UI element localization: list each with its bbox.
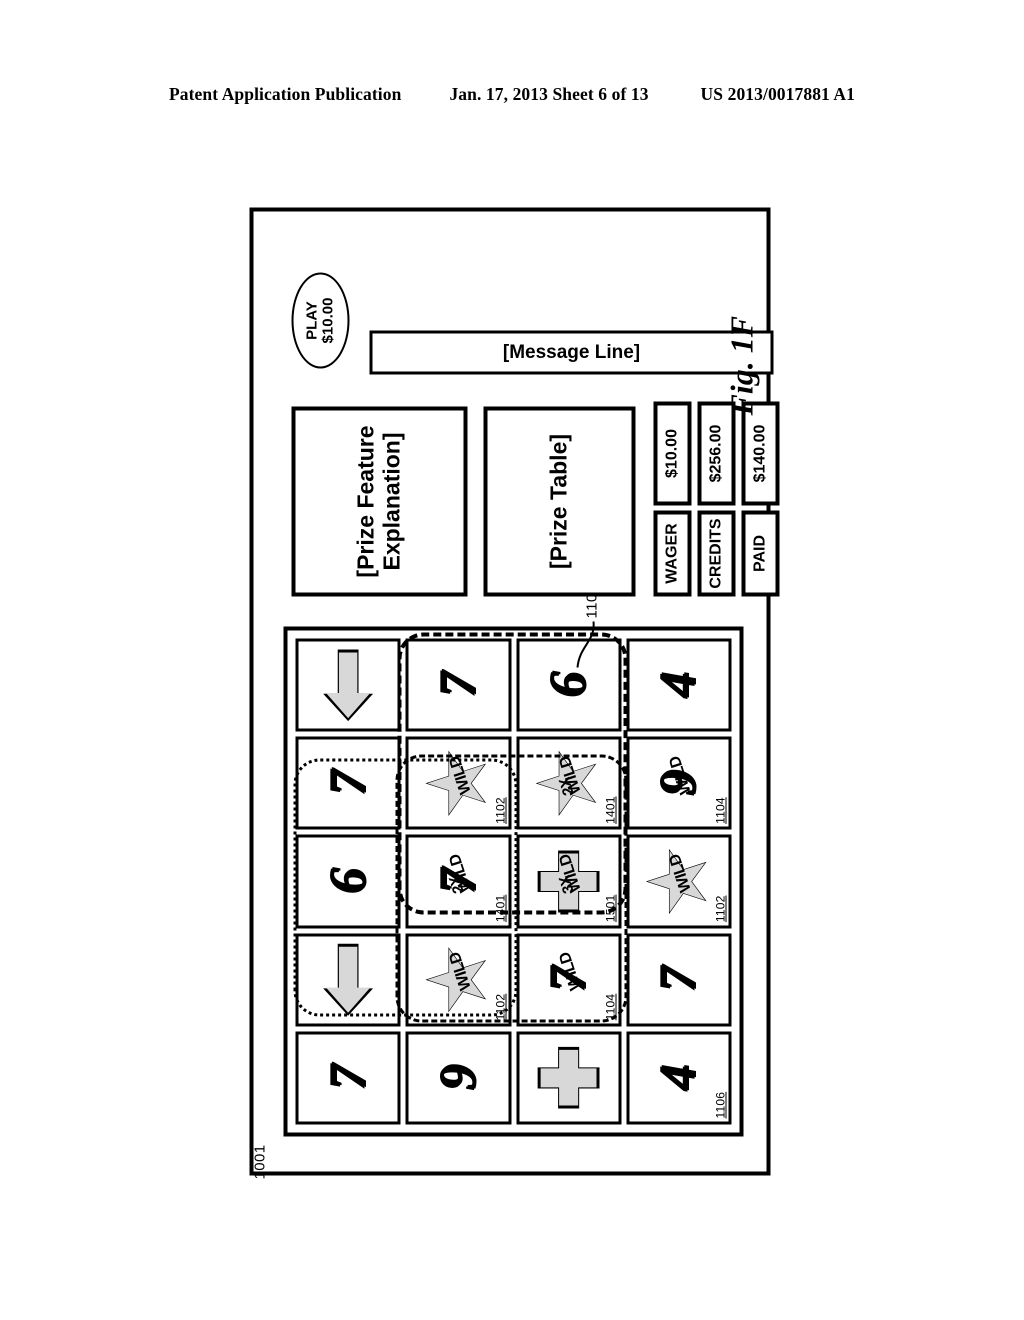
number-symbol-icon: 4	[649, 672, 707, 699]
number-symbol-icon: 9	[649, 770, 707, 797]
meter-wager: WAGER $10.00	[653, 401, 691, 597]
reel-cell[interactable]: 7	[295, 736, 401, 830]
publication-header: Patent Application Publication Jan. 17, …	[0, 84, 1024, 105]
number-symbol-icon: 7	[539, 966, 597, 993]
publication-date-sheet: Jan. 17, 2013 Sheet 6 of 13	[449, 84, 649, 104]
meter-paid-value: $140.00	[741, 401, 779, 506]
reel-cell[interactable]: 7	[405, 638, 511, 732]
reference-numeral-1104: 1104	[713, 797, 727, 824]
reel-cell[interactable]: 3X WILD 1501	[515, 834, 621, 929]
prize-feature-line-2: Explanation]	[378, 432, 404, 571]
play-button-amount: $10.00	[319, 297, 336, 344]
message-line-label: [Message Line]	[502, 341, 640, 363]
reel-cell[interactable]: 4 1106	[625, 1031, 731, 1125]
reel-cell[interactable]: 9	[405, 1031, 511, 1125]
reel-grid: 7 6 7 9 WILD 1102 7 2X WILD 1401 WILD 1102 7 7 WILD 110…	[295, 638, 731, 1125]
figure-1f: 1000 1001 7679WILD110272XWILD1401WILD110…	[227, 201, 797, 1180]
reel-cell[interactable]: 9 WILD 1104	[625, 736, 731, 830]
prize-table-label: [Prize Table]	[545, 433, 572, 570]
reel-cell[interactable]	[295, 638, 401, 732]
leader-line-1106-bottom	[576, 621, 595, 668]
reel-cell[interactable]	[295, 933, 401, 1027]
reference-numeral-1102: 1102	[492, 797, 507, 824]
reel-cell[interactable]: 2X WILD 1401	[515, 736, 621, 830]
play-button-label: PLAY	[302, 301, 320, 340]
prize-feature-line-1: [Prize Feature	[352, 425, 379, 578]
meter-credits-value: $256.00	[697, 401, 735, 506]
message-line-display: [Message Line]	[369, 330, 773, 375]
number-symbol-icon: 9	[428, 1064, 486, 1091]
publication-type: Patent Application Publication	[168, 84, 402, 104]
reel-cell[interactable]: 7 WILD 1104	[515, 933, 621, 1027]
reel-cell[interactable]: WILD 1102	[405, 933, 511, 1027]
meter-wager-value: $10.00	[653, 401, 691, 506]
reel-cell[interactable]: WILD 1102	[625, 834, 731, 929]
info-panel-column: [Prize Feature Explanation] [Prize Table…	[283, 242, 779, 597]
reel-cell[interactable]: 7	[625, 933, 731, 1027]
meter-credits: CREDITS $256.00	[697, 401, 735, 597]
reference-numeral-1102: 1102	[713, 895, 727, 923]
star-symbol-icon	[645, 848, 711, 916]
figure-caption: Fig. 1F	[723, 315, 759, 416]
prize-feature-explanation-label: [Prize Feature Explanation]	[352, 425, 405, 578]
star-symbol-icon	[425, 946, 491, 1014]
reel-cell[interactable]	[515, 1031, 621, 1125]
number-symbol-icon: 7	[318, 770, 376, 797]
arrow-symbol-icon	[322, 944, 374, 1016]
number-symbol-icon: 4	[649, 1064, 707, 1091]
cross-symbol-icon	[537, 1047, 599, 1109]
reel-window[interactable]: 7 6 7 9 WILD 1102 7 2X WILD 1401 WILD 1102 7 7 WILD 110…	[283, 626, 743, 1137]
reference-numeral-1401: 1401	[492, 894, 507, 923]
play-button[interactable]: PLAY $10.00	[291, 272, 349, 369]
reel-cell[interactable]: 4	[625, 638, 731, 732]
star-symbol-icon	[425, 749, 491, 817]
cross-symbol-icon	[537, 851, 599, 913]
number-symbol-icon: 6	[539, 672, 597, 699]
reference-numeral-1104: 1104	[602, 993, 617, 1021]
reference-numeral-1501: 1501	[602, 894, 617, 923]
reference-numeral-1102: 1102	[492, 993, 507, 1021]
number-symbol-icon: 7	[428, 868, 486, 895]
reference-numeral-1106: 1106	[713, 1091, 727, 1119]
number-symbol-icon: 7	[649, 966, 707, 993]
reel-cell[interactable]: 7	[295, 1031, 401, 1125]
arrow-symbol-icon	[322, 649, 374, 721]
prize-table-panel[interactable]: [Prize Table]	[483, 406, 635, 597]
meter-credits-label: CREDITS	[697, 510, 735, 597]
star-symbol-icon	[535, 749, 601, 817]
meter-paid-label: PAID	[741, 510, 779, 597]
reel-cell[interactable]: 7 2X WILD 1401	[405, 834, 511, 929]
reel-cell[interactable]: 6	[295, 834, 401, 929]
meter-wager-label: WAGER	[653, 510, 691, 597]
reel-cell[interactable]: WILD 1102	[405, 736, 511, 830]
prize-feature-explanation-panel[interactable]: [Prize Feature Explanation]	[291, 406, 467, 597]
number-symbol-icon: 6	[318, 868, 376, 895]
reference-numeral-1401: 1401	[602, 796, 617, 824]
gaming-machine-cabinet: 1001 7 6 7 9 WILD 1102 7 2X WILD 1401 WILD 1102 7 7 WI…	[249, 207, 779, 1180]
meter-paid: PAID $140.00	[741, 401, 779, 597]
publication-number: US 2013/0017881 A1	[700, 84, 856, 104]
number-symbol-icon: 7	[318, 1064, 376, 1091]
number-symbol-icon: 7	[428, 672, 486, 699]
